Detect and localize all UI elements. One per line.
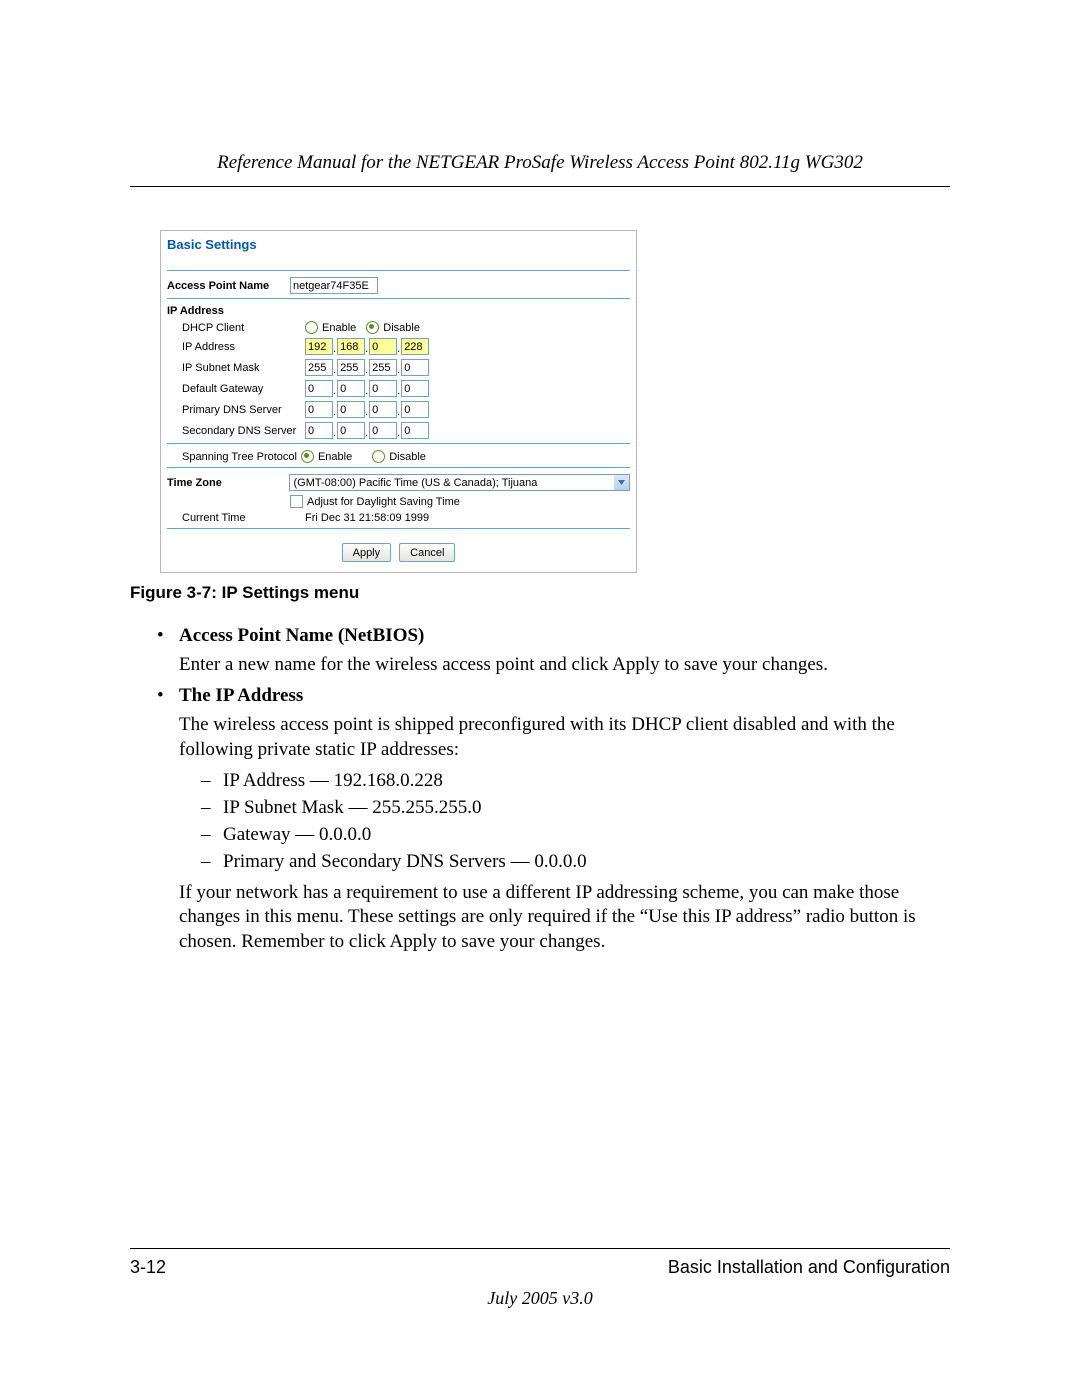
- section-rule: [167, 443, 630, 444]
- doc-date: July 2005 v3.0: [130, 1288, 950, 1309]
- time-label: Current Time: [167, 512, 305, 524]
- apn-input[interactable]: [290, 277, 378, 294]
- sublist-item: Gateway — 0.0.0.0: [201, 824, 950, 846]
- bullet-ip-title: The IP Address: [179, 685, 950, 707]
- gw-octet-1[interactable]: [305, 380, 333, 397]
- ip-label: IP Address: [167, 341, 305, 353]
- section-rule: [167, 467, 630, 468]
- section-name: Basic Installation and Configuration: [668, 1257, 950, 1278]
- mask-octet-4[interactable]: [401, 359, 429, 376]
- sublist-item: IP Subnet Mask — 255.255.255.0: [201, 797, 950, 819]
- tz-value: (GMT-08:00) Pacific Time (US & Canada); …: [293, 477, 537, 489]
- mask-octet-2[interactable]: [337, 359, 365, 376]
- mask-octet-1[interactable]: [305, 359, 333, 376]
- ip-octet-3[interactable]: [369, 338, 397, 355]
- tz-select[interactable]: (GMT-08:00) Pacific Time (US & Canada); …: [289, 474, 630, 491]
- dst-checkbox[interactable]: [290, 495, 303, 508]
- tz-label: Time Zone: [167, 477, 289, 489]
- dns1-octet-2[interactable]: [337, 401, 365, 418]
- apply-button[interactable]: Apply: [342, 543, 392, 562]
- page-number: 3-12: [130, 1257, 166, 1278]
- dns1-octet-3[interactable]: [369, 401, 397, 418]
- dns1-octet-4[interactable]: [401, 401, 429, 418]
- bullet-ip-text1: The wireless access point is shipped pre…: [179, 713, 950, 762]
- stp-disable-text: Disable: [389, 451, 426, 463]
- dhcp-disable-radio[interactable]: [366, 321, 379, 334]
- stp-enable-text: Enable: [318, 451, 352, 463]
- dns1-octet-1[interactable]: [305, 401, 333, 418]
- section-rule: [167, 298, 630, 299]
- mask-label: IP Subnet Mask: [167, 362, 305, 374]
- section-rule: [167, 528, 630, 529]
- dhcp-label: DHCP Client: [167, 322, 305, 334]
- doc-bullet-list: Access Point Name (NetBIOS) Enter a new …: [130, 625, 950, 954]
- dns2-octet-3[interactable]: [369, 422, 397, 439]
- panel-title: Basic Settings: [167, 235, 630, 268]
- dns2-label: Secondary DNS Server: [167, 425, 305, 437]
- gw-octet-2[interactable]: [337, 380, 365, 397]
- figure-caption: Figure 3-7: IP Settings menu: [130, 583, 950, 603]
- gw-octet-3[interactable]: [369, 380, 397, 397]
- ip-octet-1[interactable]: [305, 338, 333, 355]
- dhcp-enable-text: Enable: [322, 322, 356, 334]
- apn-label: Access Point Name: [167, 280, 290, 292]
- sublist-item: IP Address — 192.168.0.228: [201, 770, 950, 792]
- dhcp-enable-radio[interactable]: [305, 321, 318, 334]
- bullet-ip-text2: If your network has a requirement to use…: [179, 881, 950, 954]
- ip-octet-4[interactable]: [401, 338, 429, 355]
- ip-octet-2[interactable]: [337, 338, 365, 355]
- sublist-item: Primary and Secondary DNS Servers — 0.0.…: [201, 851, 950, 873]
- page-footer: 3-12 Basic Installation and Configuratio…: [130, 1248, 950, 1309]
- gw-octet-4[interactable]: [401, 380, 429, 397]
- bullet-apn-text: Enter a new name for the wireless access…: [179, 653, 950, 677]
- stp-disable-radio[interactable]: [372, 450, 385, 463]
- ip-section-header: IP Address: [167, 305, 224, 317]
- dhcp-disable-text: Disable: [383, 322, 420, 334]
- ip-sublist: IP Address — 192.168.0.228 IP Subnet Mas…: [179, 770, 950, 873]
- dns2-octet-1[interactable]: [305, 422, 333, 439]
- chevron-down-icon: [614, 475, 629, 490]
- bullet-apn-title: Access Point Name (NetBIOS): [179, 625, 950, 647]
- stp-label: Spanning Tree Protocol: [167, 451, 301, 463]
- cancel-button[interactable]: Cancel: [399, 543, 455, 562]
- footer-rule: [130, 1248, 950, 1249]
- dns2-octet-4[interactable]: [401, 422, 429, 439]
- time-value: Fri Dec 31 21:58:09 1999: [305, 512, 429, 524]
- dns1-label: Primary DNS Server: [167, 404, 305, 416]
- mask-octet-3[interactable]: [369, 359, 397, 376]
- basic-settings-panel: Basic Settings Access Point Name IP Addr…: [160, 230, 637, 573]
- dns2-octet-2[interactable]: [337, 422, 365, 439]
- bullet-apn: Access Point Name (NetBIOS) Enter a new …: [157, 625, 950, 677]
- stp-enable-radio[interactable]: [301, 450, 314, 463]
- bullet-ip: The IP Address The wireless access point…: [157, 685, 950, 954]
- running-header: Reference Manual for the NETGEAR ProSafe…: [130, 152, 950, 174]
- section-rule: [167, 270, 630, 271]
- header-rule: [130, 186, 950, 187]
- gw-label: Default Gateway: [167, 383, 305, 395]
- dst-label: Adjust for Daylight Saving Time: [307, 496, 460, 508]
